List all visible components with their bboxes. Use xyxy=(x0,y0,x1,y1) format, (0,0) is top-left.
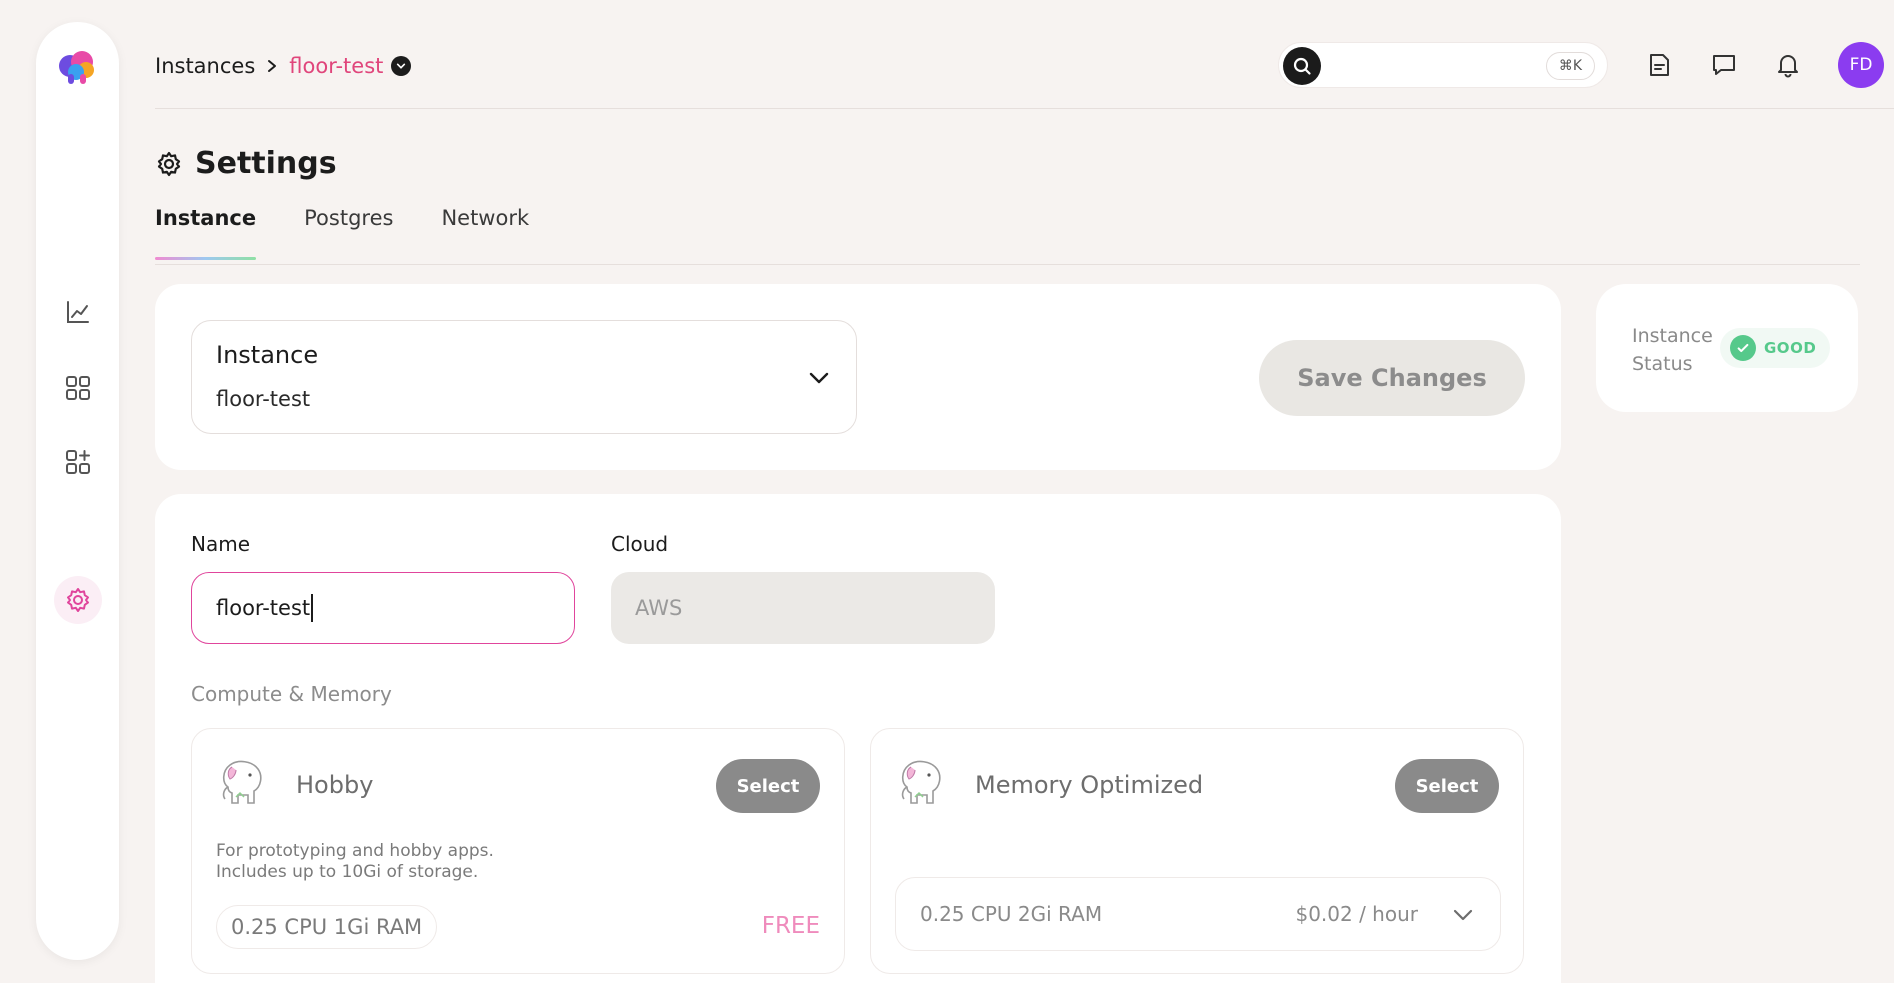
elephant-mascot-icon xyxy=(222,760,262,804)
status-badge: GOOD xyxy=(1720,328,1831,368)
header-divider xyxy=(155,108,1894,109)
search-bar[interactable]: ⌘K xyxy=(1278,42,1608,88)
chart-icon xyxy=(67,301,89,323)
memory-optimized-size-select[interactable]: 0.25 CPU 2Gi RAM $0.02 / hour xyxy=(895,877,1501,951)
page-title: Settings xyxy=(155,146,337,181)
settings-tabs: Instance Postgres Network xyxy=(155,206,529,260)
rail-settings-button[interactable] xyxy=(54,576,102,624)
chat-icon[interactable] xyxy=(1705,46,1743,84)
name-input[interactable]: floor-test xyxy=(191,572,575,644)
breadcrumb-current: floor-test xyxy=(289,54,384,78)
plan-card-hobby: Hobby Select For prototyping and hobby a… xyxy=(191,728,845,974)
plan-name: Memory Optimized xyxy=(975,771,1204,799)
cloud-label: Cloud xyxy=(611,532,669,556)
grid-icon xyxy=(66,376,90,400)
save-changes-button[interactable]: Save Changes xyxy=(1259,340,1525,416)
breadcrumb-instances-link[interactable]: Instances xyxy=(155,54,255,78)
cloud-field: AWS xyxy=(611,572,995,644)
rail-instances-button[interactable] xyxy=(54,364,102,412)
tab-network[interactable]: Network xyxy=(441,206,529,260)
name-input-value: floor-test xyxy=(216,596,311,620)
select-hobby-button[interactable]: Select xyxy=(716,759,820,813)
cloud-value: AWS xyxy=(635,596,683,620)
plan-spec: 0.25 CPU 2Gi RAM xyxy=(920,902,1103,926)
plan-price: FREE xyxy=(761,913,820,939)
name-label: Name xyxy=(191,532,251,556)
elephant-mascot-icon xyxy=(901,760,941,804)
instance-select-label: Instance xyxy=(216,341,319,369)
settings-icon xyxy=(157,151,181,176)
status-badge-text: GOOD xyxy=(1764,339,1817,357)
notes-icon[interactable] xyxy=(1640,46,1678,84)
plan-description-line-2: Includes up to 10Gi of storage. xyxy=(216,862,479,882)
avatar[interactable]: FD xyxy=(1838,42,1884,88)
instance-card: Instance floor-test Save Changes xyxy=(155,284,1561,470)
rail-new-instance-button[interactable] xyxy=(54,438,102,486)
plan-name: Hobby xyxy=(296,771,374,799)
select-memory-optimized-button[interactable]: Select xyxy=(1395,759,1499,813)
tab-postgres[interactable]: Postgres xyxy=(304,206,393,260)
bell-icon[interactable] xyxy=(1769,46,1807,84)
plan-spec: 0.25 CPU 1Gi RAM xyxy=(216,905,438,949)
instance-select[interactable]: Instance floor-test xyxy=(191,320,857,434)
chevron-down-icon xyxy=(809,372,829,384)
instance-switcher-icon[interactable] xyxy=(391,56,412,76)
left-rail xyxy=(36,22,119,960)
plan-card-memory-optimized: Memory Optimized Select 0.25 CPU 2Gi RAM… xyxy=(870,728,1524,974)
chevron-right-icon xyxy=(268,60,277,72)
breadcrumb: Instances floor-test xyxy=(155,54,412,78)
settings-icon xyxy=(67,588,89,612)
tab-instance[interactable]: Instance xyxy=(155,206,257,260)
plan-price: $0.02 / hour xyxy=(1295,902,1418,926)
text-caret xyxy=(311,594,314,622)
instance-select-value: floor-test xyxy=(216,387,311,411)
grid-plus-icon xyxy=(66,450,90,474)
chevron-down-icon xyxy=(1453,909,1473,921)
plan-description: For prototyping and hobby apps. Includes… xyxy=(216,841,494,883)
tabs-divider xyxy=(155,264,1860,265)
rail-analytics-button[interactable] xyxy=(54,288,102,336)
page-title-text: Settings xyxy=(195,146,337,181)
search-icon[interactable] xyxy=(1283,47,1321,85)
elephant-logo-icon[interactable] xyxy=(56,46,98,88)
plan-description-line-1: For prototyping and hobby apps. xyxy=(216,841,494,861)
check-icon xyxy=(1730,335,1756,361)
compute-memory-label: Compute & Memory xyxy=(191,682,392,706)
instance-status-label: Instance Status xyxy=(1632,325,1713,375)
instance-status-card: Instance Status GOOD xyxy=(1596,284,1858,412)
search-shortcut: ⌘K xyxy=(1545,52,1595,80)
